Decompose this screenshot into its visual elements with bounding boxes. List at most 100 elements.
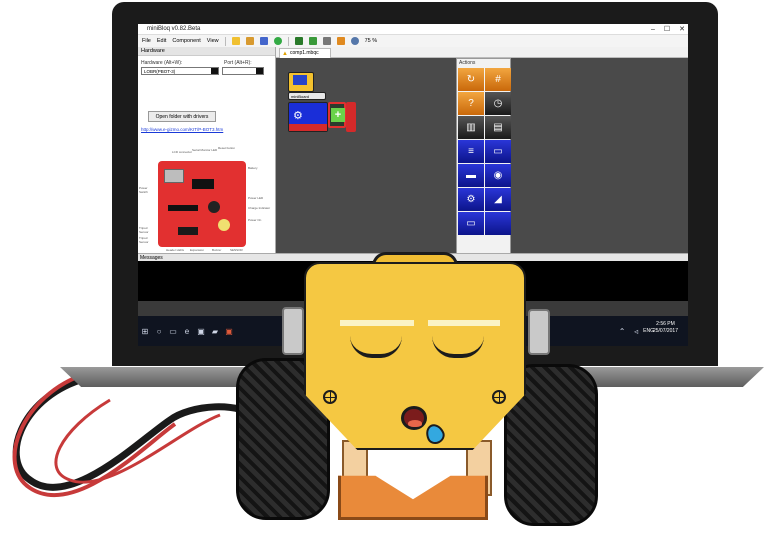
start-block[interactable]: ⚙ (288, 102, 328, 132)
board-label: Header LEDs (166, 248, 185, 252)
board-header (178, 227, 198, 235)
open-drivers-button[interactable]: Open folder with drivers (148, 111, 216, 122)
board-label: Serial Monitor LED (192, 148, 218, 152)
zoom-icon[interactable] (350, 37, 359, 45)
explorer-icon[interactable]: ▰ (208, 316, 222, 346)
hardware-panel-header: Hardware (138, 47, 275, 56)
trash-icon[interactable]: ▥ (458, 116, 484, 139)
store-icon[interactable]: ▣ (194, 316, 208, 346)
board-chip (192, 179, 214, 189)
actions-palette: Actions ↻ # ? ◷ ▥ ▤ ≡ ▭ ▬ ◉ ⚙ ◢ ▭ (456, 58, 511, 259)
laptop-scene: miniBloq v0.82.Beta – ☐ ✕ File Edit Comp… (0, 0, 768, 548)
robot-tongue (408, 420, 422, 427)
board-header (168, 205, 198, 211)
search-icon[interactable]: ○ (152, 316, 166, 346)
network-icon[interactable]: ⌃ (615, 316, 629, 346)
menu-view[interactable]: View (207, 35, 219, 47)
app-icon[interactable]: ▣ (222, 316, 236, 346)
editor-tabbar: ▲ comp1.mbqc (276, 47, 688, 58)
new-file-icon[interactable] (231, 37, 240, 45)
display-icon[interactable]: ▬ (458, 164, 484, 187)
save-icon[interactable] (259, 37, 268, 45)
board-label: Power LED (248, 196, 264, 200)
lcd-icon[interactable]: ▭ (458, 212, 484, 235)
left-screw-icon (323, 390, 337, 404)
board-link[interactable]: http://www.e-gizmo.com/KIT/P-BOT3.htm (141, 127, 223, 132)
maximize-icon[interactable]: ☐ (664, 24, 670, 35)
number-icon[interactable]: # (485, 68, 511, 91)
bin-icon[interactable]: ▤ (485, 116, 511, 139)
hardware-label: Hardware (Alt+W): (141, 60, 183, 66)
speaker-icon[interactable]: ◉ (485, 164, 511, 187)
board-label: Power Switch (139, 186, 148, 194)
clock-date: 25/07/2017 (652, 328, 678, 334)
hardware-panel: Hardware Hardware (Alt+W): Port (Alt+R):… (138, 47, 276, 255)
right-motor (528, 309, 550, 355)
monitor-icon[interactable]: ▭ (485, 140, 511, 163)
close-icon[interactable]: ✕ (679, 24, 685, 35)
start-icon[interactable]: ⊞ (138, 316, 152, 346)
robot-mouth (401, 406, 427, 430)
menubar: File Edit Component View 75 % (138, 35, 688, 47)
miniboard-block[interactable] (288, 72, 314, 92)
left-motor (282, 307, 304, 355)
serial-icon[interactable] (322, 37, 331, 45)
hardware-select[interactable]: LOBR(PBOT-3) (141, 67, 219, 75)
board-icon (293, 75, 307, 85)
board-label: Tripod Sensor (139, 236, 149, 244)
board-label: LCD connector (172, 150, 193, 154)
start-block-bar (289, 124, 327, 131)
empty-action (485, 212, 511, 235)
board-label: Power On (248, 218, 262, 222)
toolbar-separator (224, 36, 226, 46)
menu-edit[interactable]: Edit (157, 35, 166, 47)
zoom-level[interactable]: 75 % (365, 35, 378, 47)
window-title: miniBloq v0.82.Beta (147, 26, 201, 32)
equals-icon[interactable]: ≡ (458, 140, 484, 163)
check-icon[interactable] (294, 37, 303, 45)
gears-icon: ⚙ (293, 110, 303, 122)
miniboard-block-label: miniBoard (288, 92, 326, 100)
board-label: Reset button (218, 146, 236, 150)
window-controls: – ☐ ✕ (651, 24, 685, 35)
port-label: Port (Alt+R): (224, 60, 252, 66)
add-icon[interactable]: + (331, 108, 345, 122)
help-icon[interactable] (336, 37, 345, 45)
task-view-icon[interactable]: ▭ (166, 316, 180, 346)
right-eyebrow (428, 320, 500, 326)
upload-icon[interactable] (308, 37, 317, 45)
menu-component[interactable]: Component (172, 35, 200, 47)
volume-icon[interactable]: ◃ (629, 316, 643, 346)
board-buzzer (218, 219, 230, 231)
tab-label: comp1.mbqc (290, 50, 319, 56)
minimize-icon[interactable]: – (651, 24, 655, 35)
motor-icon[interactable]: ◢ (485, 188, 511, 211)
hardware-select-value: LOBR(PBOT-3) (144, 69, 176, 74)
board-connector (164, 169, 184, 183)
menu-file[interactable]: File (142, 35, 151, 47)
chevron-down-icon[interactable] (211, 68, 218, 74)
right-screw-icon (492, 390, 506, 404)
actions-grid: ↻ # ? ◷ ▥ ▤ ≡ ▭ ▬ ◉ ⚙ ◢ ▭ (458, 68, 511, 235)
chevron-down-icon[interactable] (256, 68, 263, 74)
block-connector (346, 102, 356, 132)
clock[interactable]: 2:56 PM 25/07/2017 (653, 321, 678, 335)
board-label: Buzzer (212, 248, 222, 252)
add-block-slot[interactable]: + (328, 102, 346, 128)
clock-icon[interactable]: ◷ (485, 92, 511, 115)
open-file-icon[interactable] (245, 37, 254, 45)
tab-comp1[interactable]: ▲ comp1.mbqc (279, 48, 331, 58)
toolbar-separator (287, 36, 289, 46)
refresh-icon[interactable]: ↻ (458, 68, 484, 91)
board-label: Tripod Sensor (139, 226, 149, 234)
actions-header: Actions (459, 60, 476, 66)
clock-time: 2:56 PM (656, 321, 675, 327)
board-capacitor (208, 201, 220, 213)
run-icon[interactable] (273, 37, 282, 45)
edge-icon[interactable]: e (180, 316, 194, 346)
port-select[interactable] (222, 67, 264, 75)
left-eyebrow (340, 320, 414, 326)
gears-icon[interactable]: ⚙ (458, 188, 484, 211)
question-icon[interactable]: ? (458, 92, 484, 115)
board-label: Battery (248, 166, 258, 170)
